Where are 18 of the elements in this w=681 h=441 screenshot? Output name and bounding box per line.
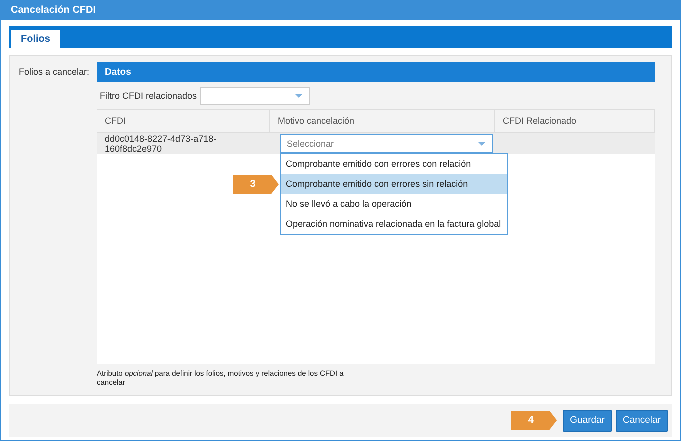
grid-header: Datos xyxy=(97,62,655,82)
caret-icon xyxy=(295,94,304,98)
dropdown-option[interactable]: Operación nominativa relacionada en la factura global xyxy=(281,214,507,234)
dropdown-option[interactable]: Comprobante emitido con errores con relación xyxy=(281,154,507,174)
table-cell-text: dd0c0148-8227-4d73-a718-160f8dc2e970 xyxy=(104,133,218,154)
step-badge: 4 xyxy=(511,411,558,430)
field-label: Folios a cancelar: xyxy=(18,66,91,79)
window-title: Cancelación CFDI xyxy=(1,0,680,20)
filter-label: Filtro CFDI relacionados xyxy=(100,90,198,100)
tab[interactable]: Folios xyxy=(11,30,60,48)
dropdown-option[interactable]: Comprobante emitido con errores sin relación xyxy=(281,174,507,194)
reason-dropdown[interactable]: Seleccionar xyxy=(280,134,493,153)
dialog-button[interactable]: Guardar xyxy=(563,410,612,432)
dropdown-option[interactable]: No se llevó a cabo la operación xyxy=(281,194,507,214)
step-badge: 3 xyxy=(233,175,279,194)
dialog-button[interactable]: Cancelar xyxy=(616,410,668,432)
caret-icon xyxy=(478,142,486,146)
filter-dropdown[interactable] xyxy=(200,86,310,104)
